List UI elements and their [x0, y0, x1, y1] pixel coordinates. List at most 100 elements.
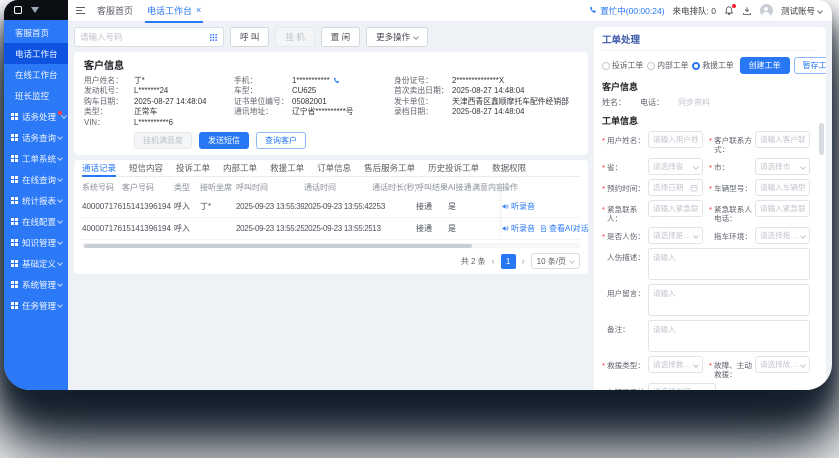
tab-complaint-order[interactable]: 投诉工单 — [176, 160, 210, 176]
chevron-down-icon — [693, 362, 699, 368]
rescue-mode-select[interactable]: 请选择故障、主动救… — [755, 356, 810, 373]
play-recording-link[interactable]: 听录音 — [502, 201, 535, 212]
tab-service-home[interactable]: 客服首页 — [95, 0, 135, 22]
dialer-bar: 呼 叫 挂 机 置 闲 更多操作 — [74, 27, 588, 47]
injury-select[interactable]: 请选择是否人伤 — [648, 227, 703, 244]
tab-order-info[interactable]: 订单信息 — [317, 160, 351, 176]
bell-icon[interactable] — [724, 6, 734, 16]
radio-rescue-workorder[interactable]: 救援工单 — [692, 60, 733, 71]
tab-phone-workbench[interactable]: 电话工作台× — [145, 0, 203, 22]
appointment-date-field[interactable]: 选择日期 — [648, 179, 703, 196]
sidebar-item-phone-workbench[interactable]: 电话工作台 — [4, 43, 68, 64]
tab-aftersales-order[interactable]: 售后服务工单 — [364, 160, 415, 176]
tab-internal-order[interactable]: 内部工单 — [223, 160, 257, 176]
sidebar-item-system-management[interactable]: 系统管理 — [4, 274, 68, 295]
prev-page-button[interactable]: ‹ — [492, 256, 495, 266]
emergency-contact-field[interactable] — [648, 200, 703, 217]
sync-data-hint: 同步资料 — [678, 97, 710, 108]
chevron-down-icon — [57, 197, 63, 203]
city-select[interactable]: 请选择市 — [755, 158, 810, 175]
injury-desc-textarea[interactable] — [648, 248, 810, 280]
records-card: 通话记录 短信内容 投诉工单 内部工单 救援工单 订单信息 售后服务工单 历史投… — [74, 160, 588, 274]
query-customer-button[interactable]: 查询客户 — [256, 132, 306, 149]
remark-textarea[interactable] — [648, 320, 810, 352]
field-vin: VIN：L**********6 — [84, 118, 234, 128]
emergency-contact-phone-field[interactable] — [755, 200, 810, 217]
sidebar-item-call-query[interactable]: 话务查询 — [4, 127, 68, 148]
chevron-down-icon — [61, 113, 67, 119]
vehicle-upright-select[interactable]: 请选择车辆是否扶正 — [648, 383, 716, 390]
set-idle-button[interactable]: 置 闲 — [321, 27, 360, 47]
radio-complaint-workorder[interactable]: 投诉工单 — [602, 60, 643, 71]
page-size-select[interactable]: 10 条/页 — [531, 253, 580, 269]
vehicle-model-field[interactable] — [755, 179, 810, 196]
keypad-icon[interactable] — [209, 33, 218, 42]
sidebar-item-stat-report[interactable]: 统计报表 — [4, 190, 68, 211]
phone-icon[interactable] — [332, 77, 340, 85]
close-icon[interactable]: × — [196, 6, 201, 15]
scrollbar-thumb[interactable] — [84, 244, 472, 248]
topbar: 客服首页 电话工作台× 置忙中(00:00:24) 来电排队: 0 测试账号 — [68, 0, 832, 22]
menu-grid-icon — [11, 239, 18, 246]
tab-history-complaint[interactable]: 历史投诉工单 — [428, 160, 479, 176]
hangup-satisfaction-button[interactable]: 挂机满意度 — [134, 132, 192, 149]
speaker-icon — [502, 225, 509, 232]
more-actions-button[interactable]: 更多操作 — [366, 27, 428, 47]
tab-rescue-order[interactable]: 救援工单 — [270, 160, 304, 176]
menu-grid-icon — [11, 176, 18, 183]
contact-method-field[interactable] — [755, 131, 810, 148]
hangup-button[interactable]: 挂 机 — [275, 27, 314, 47]
play-recording-link[interactable]: 听录音 — [502, 223, 535, 234]
sidebar-item-monitor[interactable]: 班长监控 — [4, 85, 68, 106]
account-menu[interactable]: 测试账号 — [781, 5, 822, 17]
horizontal-scrollbar[interactable] — [82, 243, 580, 248]
notification-dot — [732, 4, 736, 8]
customer-buttons: 挂机满意度 发送短信 查询客户 — [134, 132, 578, 149]
app-window: 客服首页 电话工作台 在线工作台 班长监控 话务处理 话务查询 工单系统 在线查… — [4, 0, 832, 390]
next-page-button[interactable]: › — [522, 256, 525, 266]
call-button[interactable]: 呼 叫 — [230, 27, 269, 47]
table-cell: 15141396194 — [122, 224, 174, 233]
pagination: 共 2 条 ‹ 1 › 10 条/页 — [82, 253, 580, 269]
user-name-field[interactable] — [648, 131, 703, 148]
tab-sms-content[interactable]: 短信内容 — [129, 160, 163, 176]
chevron-down-icon — [57, 134, 63, 140]
vertical-scrollbar[interactable] — [819, 123, 824, 155]
tab-call-records[interactable]: 通话记录 — [82, 160, 116, 176]
tab-data-permission[interactable]: 数据权限 — [492, 160, 526, 176]
table-cell: 丁* — [200, 201, 236, 212]
collapse-menu-icon[interactable] — [76, 7, 85, 15]
field-id-number: 身份证号：2**************X — [394, 76, 578, 86]
table-header: 类型 — [174, 182, 200, 193]
sidebar-item-task-management[interactable]: 任务管理 — [4, 295, 68, 316]
sidebar-item-online-config[interactable]: 在线配置 — [4, 211, 68, 232]
phone-number-input[interactable] — [80, 32, 205, 42]
towing-env-select[interactable]: 请选择拖车环境 — [755, 227, 810, 244]
radio-internal-workorder[interactable]: 内部工单 — [647, 60, 688, 71]
sidebar: 客服首页 电话工作台 在线工作台 班长监控 话务处理 话务查询 工单系统 在线查… — [4, 0, 68, 390]
create-workorder-button[interactable]: 创建工单 — [740, 57, 790, 74]
send-sms-button[interactable]: 发送短信 — [199, 132, 249, 149]
table-cell: 4000071768 — [82, 202, 122, 211]
view-ai-dialog-link[interactable]: 查看AI对话 — [540, 223, 589, 234]
table-cell: 是 — [448, 201, 472, 212]
draft-workorder-button[interactable]: 暂存工单(0) — [794, 57, 826, 74]
user-message-textarea[interactable] — [648, 284, 810, 316]
export-icon[interactable] — [742, 6, 752, 16]
page-1-button[interactable]: 1 — [501, 254, 516, 269]
avatar[interactable] — [760, 4, 773, 17]
left-column: 呼 叫 挂 机 置 闲 更多操作 客户信息 用户姓名：丁* 发动机号：L****… — [74, 27, 588, 390]
field-user-name: 用户姓名：丁* — [84, 76, 234, 86]
province-select[interactable]: 请选择省 — [648, 158, 703, 175]
sidebar-item-workorder-system[interactable]: 工单系统 — [4, 148, 68, 169]
rescue-type-select[interactable]: 请选择救援类型 — [648, 356, 703, 373]
sidebar-item-base-definition[interactable]: 基础定义 — [4, 253, 68, 274]
sidebar-item-online-query[interactable]: 在线查询 — [4, 169, 68, 190]
sidebar-item-knowledge[interactable]: 知识管理 — [4, 232, 68, 253]
agent-busy-status[interactable]: 置忙中(00:00:24) — [588, 5, 664, 17]
sidebar-item-online-workbench[interactable]: 在线工作台 — [4, 64, 68, 85]
table-cell: 15141396194 — [122, 202, 174, 211]
sidebar-item-call-handling[interactable]: 话务处理 — [4, 106, 68, 127]
chevron-down-icon — [57, 302, 63, 308]
sidebar-item-service-home[interactable]: 客服首页 — [4, 22, 68, 43]
